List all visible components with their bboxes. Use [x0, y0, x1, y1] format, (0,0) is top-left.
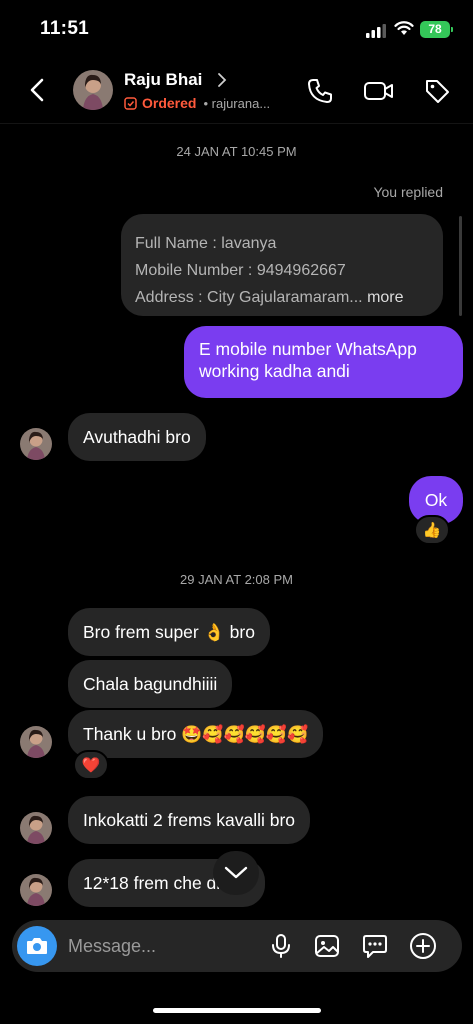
- call-button[interactable]: [303, 74, 337, 108]
- received-message[interactable]: Bro frem super 👌 bro: [68, 608, 270, 656]
- emoji-row: 🤩🥰🥰🥰🥰🥰: [181, 725, 309, 744]
- chat-header: Raju Bhai Ordered • rajurana...: [0, 60, 473, 124]
- microphone-icon: [272, 934, 290, 958]
- status-time: 11:51: [40, 18, 90, 39]
- sent-message[interactable]: E mobile number WhatsApp working kadha a…: [184, 326, 463, 398]
- sender-avatar[interactable]: [20, 874, 52, 906]
- date-separator: 24 JAN AT 10:45 PM: [176, 144, 297, 159]
- quoted-message[interactable]: Full Name : lavanya Mobile Number : 9494…: [121, 214, 443, 316]
- received-message[interactable]: Avuthadhi bro: [68, 413, 206, 461]
- order-status-icon: [124, 96, 137, 110]
- reaction-thumbs-up[interactable]: 👍: [414, 515, 450, 545]
- video-camera-icon: [364, 82, 393, 100]
- contact-subline: Ordered • rajurana...: [124, 95, 270, 111]
- chevron-right-icon[interactable]: [217, 72, 227, 88]
- battery-indicator: 78: [420, 21, 453, 38]
- camera-button[interactable]: [17, 926, 57, 966]
- more-link[interactable]: more: [367, 289, 403, 306]
- message-text: Thank u bro: [83, 724, 177, 744]
- video-call-button[interactable]: [362, 74, 396, 108]
- voice-message-button[interactable]: [267, 932, 295, 960]
- image-icon: [315, 935, 339, 957]
- tag-icon: [426, 80, 449, 103]
- contact-name[interactable]: Raju Bhai: [124, 70, 202, 90]
- received-message[interactable]: Thank u bro 🤩🥰🥰🥰🥰🥰: [68, 710, 324, 758]
- camera-icon: [27, 938, 47, 954]
- chat-bubble-icon: [363, 935, 387, 958]
- sticker-button[interactable]: [361, 932, 389, 960]
- sender-avatar[interactable]: [20, 428, 52, 460]
- message-composer: [12, 920, 462, 972]
- gallery-button[interactable]: [313, 932, 341, 960]
- ok-hand-emoji: 👌: [203, 623, 225, 642]
- received-message[interactable]: Inkokatti 2 frems kavalli bro: [68, 796, 311, 844]
- message-text: Bro frem super: [83, 622, 199, 642]
- tag-button[interactable]: [420, 74, 454, 108]
- signal-icon: [366, 24, 386, 38]
- sender-avatar[interactable]: [20, 726, 52, 758]
- status-bar: 11:51 78: [0, 0, 473, 56]
- chevron-down-icon: [224, 866, 248, 879]
- quote-line: Address : City Gajularamaram... more: [135, 284, 429, 311]
- scrollbar[interactable]: [459, 216, 462, 316]
- ordered-label: Ordered: [142, 95, 197, 111]
- message-text: bro: [229, 622, 255, 642]
- quote-address: Address : City Gajularamaram...: [135, 289, 363, 306]
- scroll-to-bottom-button[interactable]: [213, 851, 259, 895]
- plus-circle-icon: [410, 933, 436, 959]
- back-arrow-icon[interactable]: [26, 74, 50, 106]
- wifi-icon: [394, 21, 414, 35]
- quote-line: Mobile Number : 9494962667: [135, 262, 346, 279]
- reaction-heart[interactable]: ❤️: [73, 750, 109, 780]
- home-indicator[interactable]: [153, 1008, 321, 1013]
- date-separator: 29 JAN AT 2:08 PM: [180, 572, 293, 587]
- contact-handle: • rajurana...: [203, 95, 271, 111]
- you-replied-label: You replied: [373, 184, 443, 200]
- message-input[interactable]: [68, 934, 258, 958]
- phone-icon: [308, 79, 332, 103]
- sender-avatar[interactable]: [20, 812, 52, 844]
- message-line: working kadha andi: [199, 361, 350, 381]
- contact-avatar[interactable]: [73, 70, 113, 110]
- message-line: E mobile number WhatsApp: [199, 339, 417, 359]
- received-message[interactable]: Chala bagundhiiii: [68, 660, 233, 708]
- add-button[interactable]: [409, 932, 437, 960]
- quote-line: Full Name : lavanya: [135, 235, 277, 252]
